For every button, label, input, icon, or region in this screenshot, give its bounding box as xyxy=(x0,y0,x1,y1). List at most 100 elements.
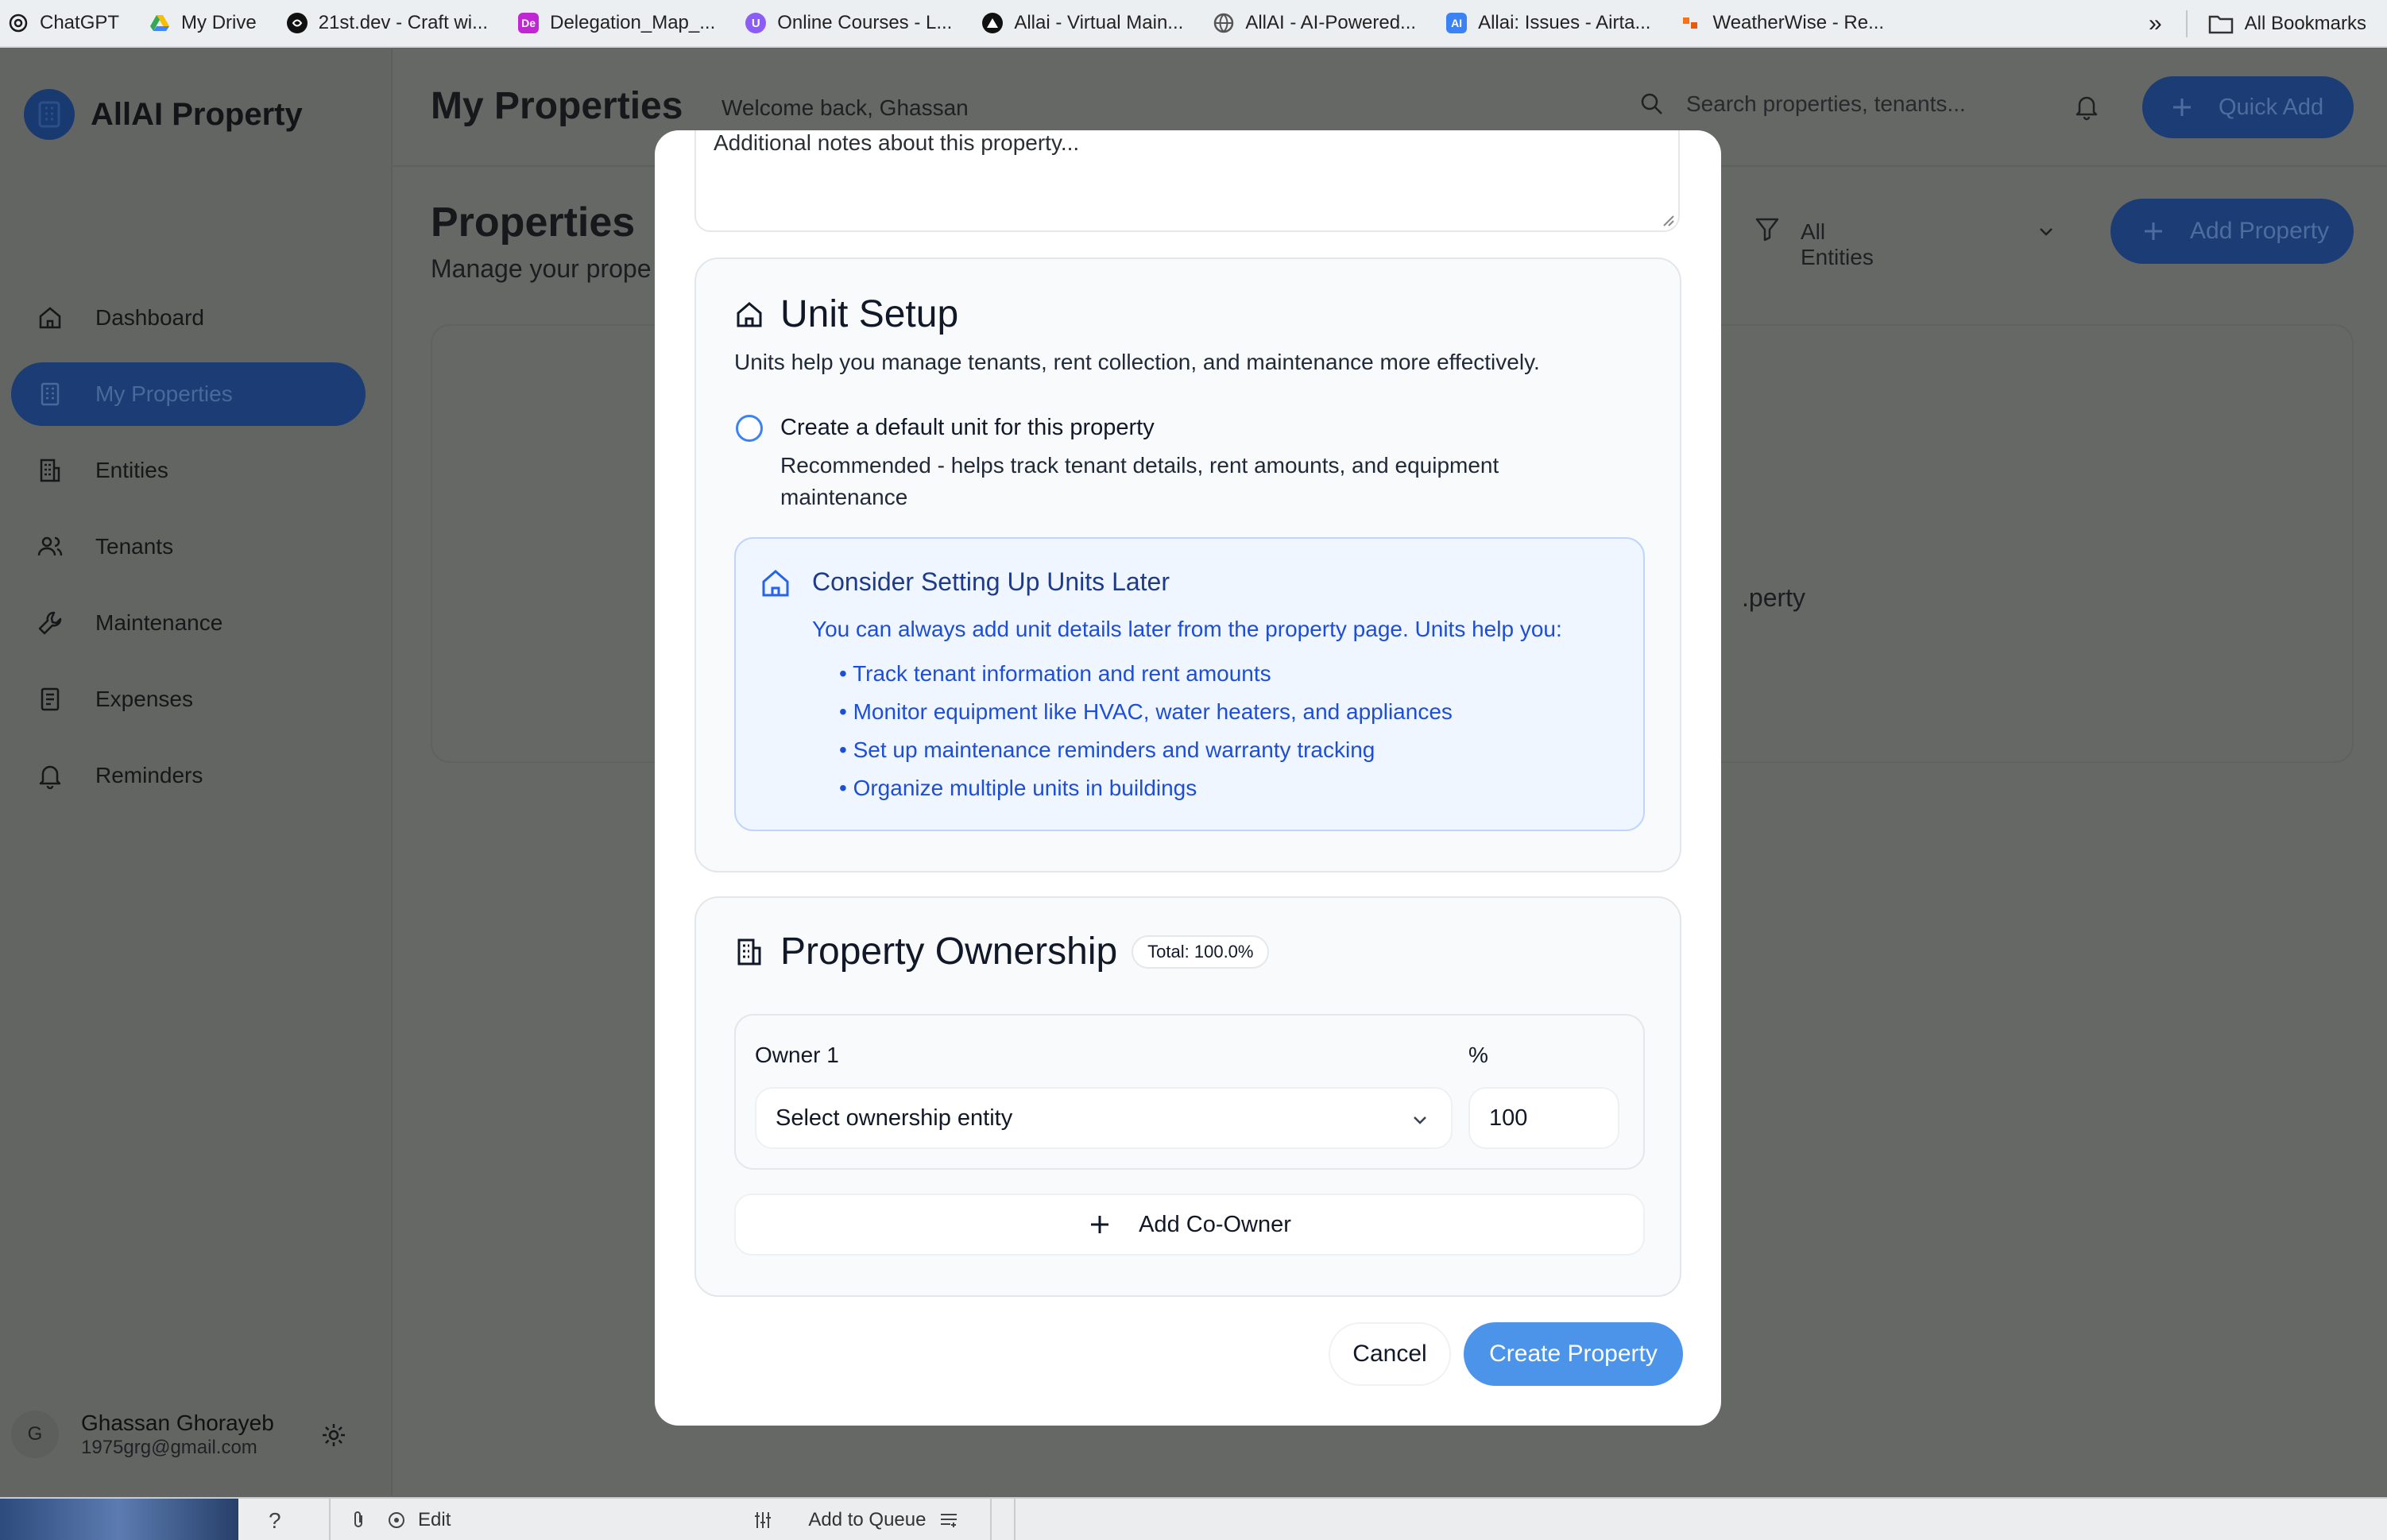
add-property-label: Add Property xyxy=(2190,218,2330,244)
bookmark-my-drive[interactable]: My Drive xyxy=(149,0,257,47)
drive-icon xyxy=(149,13,170,33)
sidebar-item-my-properties[interactable]: My Properties xyxy=(11,362,366,426)
bookmark-label: WeatherWise - Re... xyxy=(1712,12,1885,33)
sidebar-item-label: Tenants xyxy=(95,534,174,559)
courses-icon: U xyxy=(745,13,767,33)
brand-logo[interactable]: AllAI Property xyxy=(24,89,303,140)
notes-textarea[interactable]: Additional notes about this property... xyxy=(694,130,1680,232)
properties-title: Properties xyxy=(431,199,636,246)
globe-icon xyxy=(1213,13,1234,33)
list-item: • Set up maintenance reminders and warra… xyxy=(839,737,1375,762)
bookmark-online-courses[interactable]: U Online Courses - L... xyxy=(745,0,952,47)
bookmark-label: 21st.dev - Craft wi... xyxy=(318,12,489,33)
sidebar-nav: Dashboard My Properties Entities Tenants… xyxy=(11,286,366,820)
target-icon xyxy=(389,1512,404,1528)
bookmark-label: Allai: Issues - Airta... xyxy=(1478,12,1651,33)
search-input[interactable]: Search properties, tenants... xyxy=(1638,91,1966,118)
bookmark-label: ChatGPT xyxy=(40,12,120,33)
sidebar-item-dashboard[interactable]: Dashboard xyxy=(11,286,366,350)
ownership-header: Property Ownership Total: 100.0% xyxy=(734,930,1270,973)
bookmark-21st-dev[interactable]: 21st.dev - Craft wi... xyxy=(286,0,489,47)
ownership-total-badge: Total: 100.0% xyxy=(1132,934,1270,969)
ownership-title: Property Ownership xyxy=(780,931,1118,973)
bookmark-label: AllAI - AI-Powered... xyxy=(1245,12,1417,33)
info-text: You can always add unit details later fr… xyxy=(812,617,1562,641)
delegation-icon: De xyxy=(518,13,540,33)
unit-setup-description: Units help you manage tenants, rent coll… xyxy=(734,350,1540,374)
bell-icon xyxy=(39,765,61,789)
building-icon xyxy=(737,938,761,965)
airtable-icon: AI xyxy=(1446,13,1468,33)
edit-button[interactable]: Edit xyxy=(418,1509,451,1531)
resize-handle-icon[interactable] xyxy=(1661,213,1675,227)
bookmark-label: My Drive xyxy=(181,12,257,33)
gear-icon[interactable] xyxy=(319,1421,348,1449)
sidebar-item-label: My Properties xyxy=(95,381,233,406)
extension-toolbar: Edit Add to Queue xyxy=(329,1499,992,1540)
thumbnail-image xyxy=(0,1499,238,1540)
bookmark-label: Online Courses - L... xyxy=(777,12,953,33)
ownership-percent-input[interactable] xyxy=(1468,1087,1619,1149)
default-unit-label[interactable]: Create a default unit for this property xyxy=(780,415,1155,441)
notes-placeholder: Additional notes about this property... xyxy=(714,130,1080,155)
entity-filter-select[interactable]: All Entities xyxy=(1801,219,1874,270)
home-icon xyxy=(762,570,789,597)
list-item: • Organize multiple units in buildings xyxy=(839,776,1197,800)
unit-setup-title: Unit Setup xyxy=(780,293,959,335)
unit-setup-header: Unit Setup xyxy=(734,292,958,336)
notifications-bell-icon[interactable] xyxy=(2072,92,2101,121)
help-button[interactable]: ? xyxy=(269,1508,281,1534)
add-co-owner-label: Add Co-Owner xyxy=(1139,1211,1291,1237)
bookmark-weatherwise[interactable]: WeatherWise - Re... xyxy=(1681,0,1884,47)
bookmark-chatgpt[interactable]: ChatGPT xyxy=(8,0,119,47)
wrench-icon xyxy=(38,611,62,635)
percent-label: % xyxy=(1468,1043,1488,1067)
welcome-message: Welcome back, Ghassan xyxy=(722,95,969,120)
sidebar-item-label: Dashboard xyxy=(95,305,204,330)
chevron-down-icon xyxy=(1414,1116,1426,1124)
sidebar-item-label: Maintenance xyxy=(95,610,223,635)
list-item: • Track tenant information and rent amou… xyxy=(839,661,1271,686)
weather-icon xyxy=(1681,13,1701,33)
more-bookmarks-button[interactable]: » xyxy=(2149,10,2162,37)
building-icon xyxy=(41,382,60,406)
sidebar-item-maintenance[interactable]: Maintenance xyxy=(11,591,366,655)
sliders-icon[interactable] xyxy=(752,1510,773,1530)
default-unit-radio[interactable] xyxy=(736,415,763,442)
add-to-queue-button[interactable]: Add to Queue xyxy=(808,1509,926,1531)
bookmark-allai-issues[interactable]: AI Allai: Issues - Airta... xyxy=(1446,0,1650,47)
plus-icon xyxy=(1091,1216,1109,1233)
bookmark-allai-virtual[interactable]: Allai - Virtual Main... xyxy=(982,0,1183,47)
add-co-owner-button[interactable]: Add Co-Owner xyxy=(734,1194,1645,1256)
paperclip-icon[interactable] xyxy=(348,1510,369,1530)
select-placeholder: Select ownership entity xyxy=(776,1105,1013,1131)
sidebar-item-expenses[interactable]: Expenses xyxy=(11,667,366,731)
ownership-entity-select[interactable]: Select ownership entity xyxy=(755,1087,1453,1149)
bookmark-delegation-map[interactable]: De Delegation_Map_... xyxy=(518,0,715,47)
toolbar-empty-region xyxy=(1014,1499,2387,1540)
sidebar-item-tenants[interactable]: Tenants xyxy=(11,515,366,578)
user-profile[interactable]: G Ghassan Ghorayeb 1975grg@gmail.com xyxy=(11,1410,361,1459)
page-title: My Properties xyxy=(431,85,683,127)
sidebar-item-entities[interactable]: Entities xyxy=(11,439,366,502)
sidebar-item-label: Entities xyxy=(95,458,168,482)
divider xyxy=(2185,10,2188,37)
search-icon xyxy=(1641,93,1662,114)
triangle-icon xyxy=(982,13,1004,33)
home-icon xyxy=(39,307,61,329)
sidebar-item-reminders[interactable]: Reminders xyxy=(11,744,366,807)
sidebar-item-label: Expenses xyxy=(95,687,193,711)
brand-name: AllAI Property xyxy=(91,96,303,132)
bookmark-allai-ai-powered[interactable]: AllAI - AI-Powered... xyxy=(1213,0,1416,47)
add-property-button[interactable]: Add Property xyxy=(2110,199,2354,264)
home-icon xyxy=(737,301,762,327)
building-logo-icon xyxy=(24,89,75,140)
bookmarks-bar: ChatGPT My Drive 21st.dev - Craft wi... … xyxy=(0,0,2387,48)
21st-icon xyxy=(286,13,308,33)
quick-add-button[interactable]: Quick Add xyxy=(2142,76,2354,138)
ownership-section: Property Ownership Total: 100.0% Owner 1… xyxy=(694,896,1681,1297)
cancel-button[interactable]: Cancel xyxy=(1329,1322,1451,1386)
all-bookmarks-button[interactable]: All Bookmarks xyxy=(2245,13,2366,35)
create-property-button[interactable]: Create Property xyxy=(1464,1322,1683,1386)
plus-icon xyxy=(2145,222,2162,240)
